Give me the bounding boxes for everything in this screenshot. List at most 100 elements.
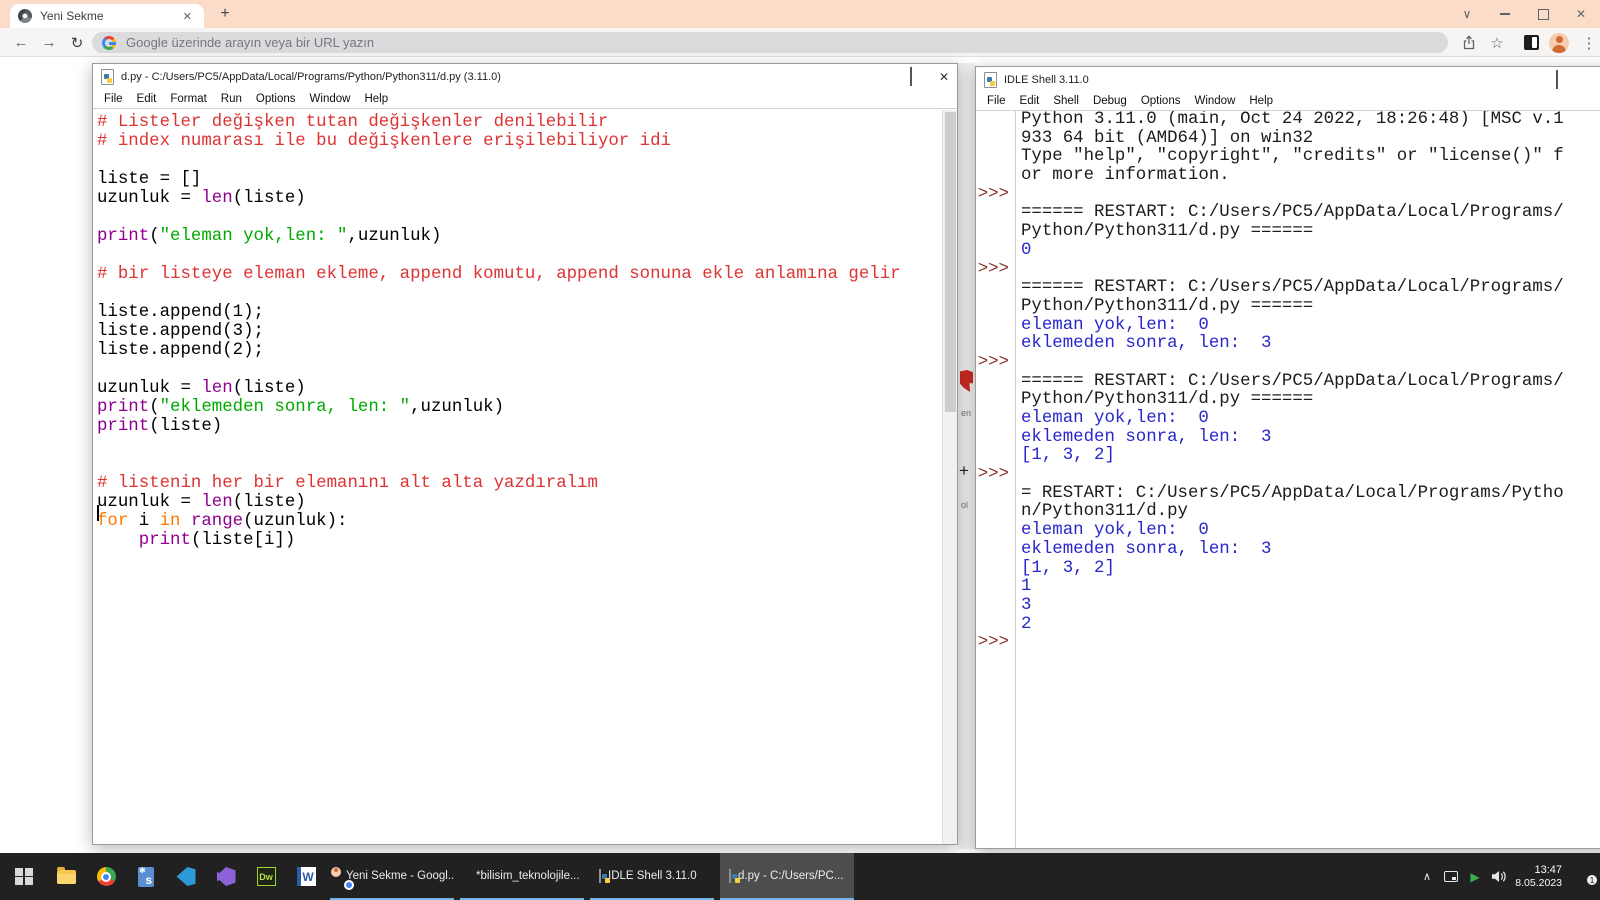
shell-window-title: IDLE Shell 3.11.0 bbox=[1004, 73, 1089, 86]
side-panel-icon[interactable] bbox=[1518, 28, 1544, 57]
side-panel-glyph bbox=[1523, 35, 1539, 50]
shell-output-area[interactable]: Python 3.11.0 (main, Oct 24 2022, 18:26:… bbox=[976, 111, 1600, 848]
bookmark-star-icon[interactable]: ☆ bbox=[1484, 28, 1510, 57]
shell-maximize-button[interactable] bbox=[1556, 69, 1558, 89]
taskbar: ✱ s Dw W Yeni Sekme - Googl... *bilisim_t… bbox=[0, 853, 1600, 900]
address-bar[interactable] bbox=[92, 32, 1448, 53]
start-button[interactable] bbox=[4, 853, 44, 900]
tab-close-icon[interactable]: ✕ bbox=[179, 8, 196, 25]
tray-play-icon[interactable]: ▶ bbox=[1464, 853, 1486, 900]
editor-titlebar[interactable]: d.py - C:/Users/PC5/AppData/Local/Progra… bbox=[93, 64, 957, 89]
word-icon: W bbox=[296, 867, 316, 886]
menu-item-help[interactable]: Help bbox=[1242, 95, 1280, 107]
code-line: uzunluk = len(liste) bbox=[97, 189, 306, 208]
shell-line-text: eklemeden sonra, len: 3 bbox=[1021, 427, 1272, 447]
shell-line: eleman yok,len: 0 bbox=[976, 521, 1600, 541]
taskbar-clock[interactable]: 13:47 8.05.2023 bbox=[1515, 853, 1562, 900]
menu-item-edit[interactable]: Edit bbox=[130, 93, 164, 105]
editor-code-area[interactable]: # Listeler değişken tutan değişkenler de… bbox=[93, 110, 942, 844]
shell-line-text: 2 bbox=[1021, 614, 1032, 634]
menu-item-file[interactable]: File bbox=[980, 95, 1013, 107]
menu-item-window[interactable]: Window bbox=[1187, 95, 1242, 107]
taskbar-button-label: *bilisim_teknolojile... bbox=[476, 869, 580, 882]
shell-prompt-empty bbox=[976, 223, 1015, 242]
shell-line-text: = RESTART: C:/Users/PC5/AppData/Local/Pr… bbox=[1021, 483, 1564, 503]
taskbar-button-idle[interactable]: IDLE Shell 3.11.0 bbox=[590, 853, 714, 900]
shell-titlebar[interactable]: IDLE Shell 3.11.0 bbox=[976, 67, 1600, 92]
menu-item-run[interactable]: Run bbox=[214, 93, 249, 105]
editor-scrollbar-thumb[interactable] bbox=[945, 112, 956, 412]
menu-item-shell[interactable]: Shell bbox=[1046, 95, 1086, 107]
shell-prompt-empty bbox=[976, 503, 1015, 522]
editor-window-title: d.py - C:/Users/PC5/AppData/Local/Progra… bbox=[121, 70, 501, 83]
menu-item-file[interactable]: File bbox=[97, 93, 130, 105]
browser-close-button[interactable]: ✕ bbox=[1562, 0, 1600, 28]
shell-prompt-empty bbox=[976, 578, 1015, 597]
browser-tab-active[interactable]: Yeni Sekme ✕ bbox=[10, 4, 204, 28]
vscode-button[interactable] bbox=[166, 853, 206, 900]
browser-window-controls: ∨ ✕ bbox=[1448, 0, 1600, 28]
menu-item-options[interactable]: Options bbox=[1134, 95, 1188, 107]
file-explorer-button[interactable] bbox=[46, 853, 86, 900]
chrome-icon bbox=[96, 867, 116, 886]
menu-item-edit[interactable]: Edit bbox=[1013, 95, 1047, 107]
shell-prompt: >>> bbox=[977, 184, 1009, 204]
back-button[interactable]: ← bbox=[8, 28, 34, 57]
address-input[interactable] bbox=[124, 34, 1438, 51]
shell-line-text: Python/Python311/d.py ====== bbox=[1021, 222, 1314, 242]
taskbar-button-chrome[interactable]: Yeni Sekme - Googl... bbox=[330, 853, 454, 900]
menu-item-help[interactable]: Help bbox=[357, 93, 395, 105]
python-file-icon bbox=[599, 868, 601, 883]
shell-line: eklemeden sonra, len: 3 bbox=[976, 427, 1600, 448]
dreamweaver-button[interactable]: Dw bbox=[246, 853, 286, 900]
shell-line: = RESTART: C:/Users/PC5/AppData/Local/Pr… bbox=[976, 483, 1600, 504]
taskbar-button-label: Yeni Sekme - Googl... bbox=[346, 869, 454, 882]
shell-line: ====== RESTART: C:/Users/PC5/AppData/Loc… bbox=[976, 204, 1600, 223]
code-line: uzunluk = len(liste) bbox=[97, 493, 306, 512]
notification-center-button[interactable]: 1 bbox=[1574, 865, 1598, 886]
menu-item-debug[interactable]: Debug bbox=[1086, 95, 1134, 107]
browser-menu-dots-icon[interactable]: ⋮ bbox=[1576, 28, 1600, 57]
browser-menu-chevron-icon[interactable]: ∨ bbox=[1448, 0, 1486, 28]
browser-tabstrip: Yeni Sekme ✕ + ∨ ✕ bbox=[0, 0, 1600, 28]
text-cursor bbox=[97, 505, 99, 521]
pinned-app-s-button[interactable]: ✱ s bbox=[126, 853, 166, 900]
share-icon[interactable] bbox=[1456, 28, 1482, 57]
browser-minimize-button[interactable] bbox=[1486, 0, 1524, 28]
taskbar-button-pyfile[interactable]: d.py - C:/Users/PC... bbox=[720, 853, 854, 900]
chrome-launch-button[interactable] bbox=[86, 853, 126, 900]
code-line: # index numarası ile bu değişkenlere eri… bbox=[97, 132, 671, 151]
editor-maximize-button[interactable] bbox=[909, 66, 912, 86]
menu-item-options[interactable]: Options bbox=[249, 93, 303, 105]
idle-shell-icon bbox=[984, 71, 997, 88]
shell-prompt-empty bbox=[976, 447, 1015, 466]
code-line: print(liste[i]) bbox=[138, 531, 296, 550]
desktop-fragment-plus: + bbox=[959, 461, 969, 480]
new-tab-button[interactable]: + bbox=[214, 3, 236, 25]
shell-line-text: [1, 3, 2] bbox=[1021, 446, 1115, 466]
menu-item-window[interactable]: Window bbox=[303, 93, 358, 105]
shell-line: n/Python311/d.py bbox=[976, 503, 1600, 522]
browser-restore-button[interactable] bbox=[1524, 0, 1562, 28]
shell-line: Python/Python311/d.py ====== bbox=[976, 222, 1600, 242]
visual-studio-button[interactable] bbox=[206, 853, 246, 900]
shell-line-text: ====== RESTART: C:/Users/PC5/AppData/Loc… bbox=[1021, 371, 1564, 391]
editor-close-button[interactable]: ✕ bbox=[939, 70, 949, 84]
forward-button[interactable]: → bbox=[36, 28, 62, 57]
code-line: for i in range(uzunluk): bbox=[97, 512, 348, 531]
menu-item-format[interactable]: Format bbox=[163, 93, 213, 105]
code-line: # Listeler değişken tutan değişkenler de… bbox=[97, 113, 609, 132]
taskbar-button-label: d.py - C:/Users/PC... bbox=[738, 869, 844, 882]
reload-button[interactable]: ↻ bbox=[64, 28, 90, 57]
shell-prompt-empty bbox=[976, 616, 1015, 635]
tray-chevron-icon[interactable]: ∧ bbox=[1416, 853, 1438, 900]
tray-volume-icon[interactable] bbox=[1488, 853, 1510, 900]
tray-window-icon[interactable] bbox=[1440, 853, 1462, 900]
shell-line-text: Python/Python311/d.py ====== bbox=[1021, 296, 1314, 316]
editor-scrollbar[interactable] bbox=[942, 110, 957, 844]
taskbar-button-edge[interactable]: *bilisim_teknolojile... bbox=[460, 853, 584, 900]
word-button[interactable]: W bbox=[286, 853, 326, 900]
profile-avatar[interactable] bbox=[1546, 28, 1572, 57]
